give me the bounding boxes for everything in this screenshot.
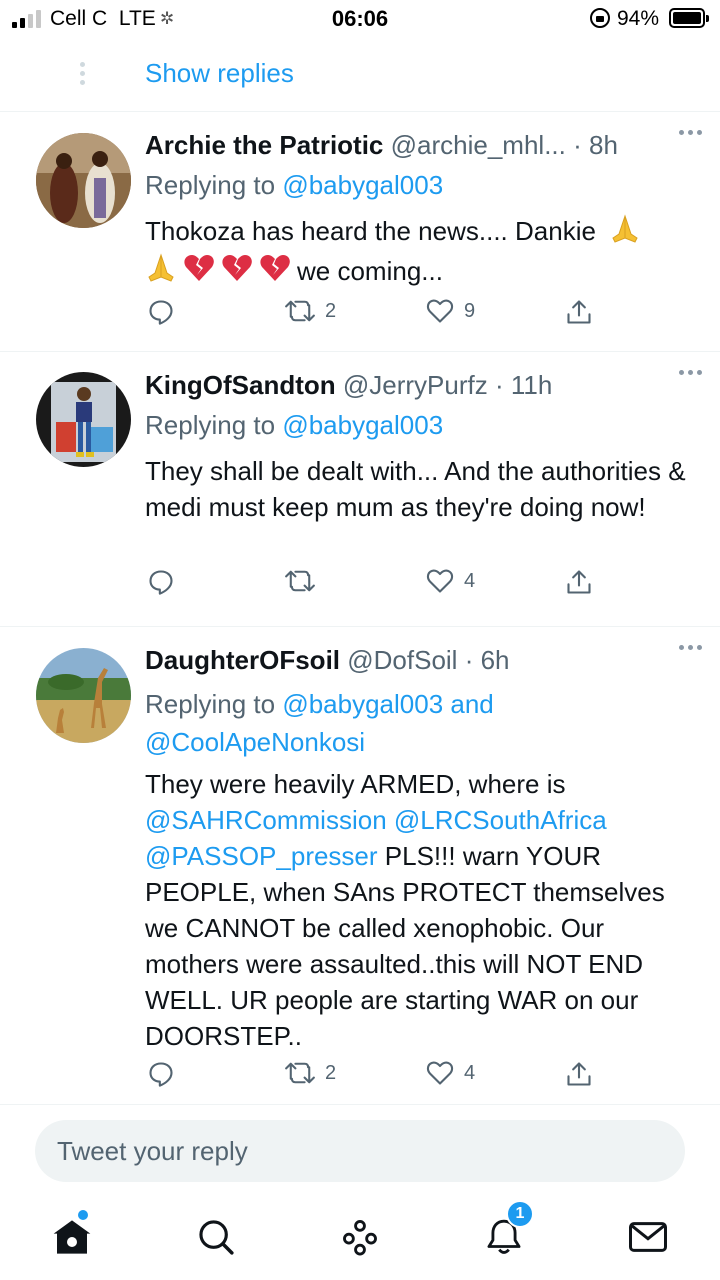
reply-button[interactable]	[147, 298, 175, 326]
nav-notifications[interactable]: 1	[474, 1200, 534, 1262]
search-icon	[199, 1220, 234, 1255]
share-icon	[567, 300, 591, 324]
retweet-button[interactable]: 2	[285, 1060, 336, 1086]
messages-icon	[629, 1222, 667, 1252]
spaces-icon	[343, 1220, 377, 1256]
replying-to: Replying to @babygal003 and @CoolApeNonk…	[145, 689, 494, 757]
status-bar: Cell C LTE ✲ 06:06 94%	[0, 0, 720, 38]
timestamp: · 8h	[573, 130, 618, 160]
retweet-icon	[285, 300, 315, 322]
mention-link[interactable]: @LRCSouthAfrica	[394, 805, 607, 835]
like-count: 4	[464, 1061, 476, 1084]
reply-input[interactable]	[57, 1120, 657, 1182]
tweet-actions: 2 9	[0, 298, 720, 338]
timestamp: · 11h	[494, 370, 553, 400]
broken-heart-icon	[221, 253, 253, 292]
tweet-archie[interactable]: Archie the Patriotic @archie_mhl... · 8h…	[0, 112, 720, 352]
mention-link[interactable]: @SAHRCommission	[145, 805, 387, 835]
like-count: 9	[464, 299, 476, 322]
replying-to: Replying to @babygal003	[145, 410, 444, 440]
reply-mention[interactable]: @babygal003 and	[282, 689, 493, 719]
like-button[interactable]: 9	[426, 298, 475, 324]
new-content-dot	[78, 1210, 88, 1220]
replying-to: Replying to @babygal003	[145, 170, 444, 200]
orientation-lock-icon	[590, 8, 610, 28]
retweet-count: 2	[325, 1061, 337, 1084]
share-button[interactable]	[565, 298, 593, 326]
reply-icon	[149, 300, 173, 325]
tweet-header: DaughterOFsoil @DofSoil · 6h	[145, 645, 705, 676]
home-icon	[53, 1220, 91, 1254]
tweet-text: They were heavily ARMED, where is @SAHRC…	[145, 769, 665, 1051]
handle[interactable]: @DofSoil	[347, 645, 457, 675]
handle[interactable]: @JerryPurfz	[343, 370, 488, 400]
thread-dots-icon	[80, 62, 85, 85]
tweet-text: They shall be dealt with... And the auth…	[145, 456, 686, 522]
reply-composer[interactable]	[35, 1120, 685, 1182]
bottom-nav: 1	[0, 1196, 720, 1280]
reply-button[interactable]	[147, 1060, 175, 1088]
reply-icon	[149, 1062, 173, 1087]
folded-hands-icon	[145, 253, 177, 292]
reply-mention[interactable]: @CoolApeNonkosi	[145, 727, 365, 757]
tweet-header: KingOfSandton @JerryPurfz · 11h	[145, 370, 705, 401]
more-options-icon[interactable]	[679, 370, 702, 375]
battery-percent: 94%	[617, 7, 660, 30]
timestamp: · 6h	[464, 645, 510, 675]
nav-home[interactable]	[42, 1210, 102, 1262]
avatar[interactable]	[36, 133, 131, 228]
nav-messages[interactable]	[618, 1212, 678, 1262]
broken-heart-icon	[183, 253, 215, 292]
retweet-button[interactable]: 2	[285, 298, 336, 324]
folded-hands-icon	[609, 214, 641, 253]
retweet-button[interactable]	[285, 568, 325, 594]
tweet-kingofsandton[interactable]: KingOfSandton @JerryPurfz · 11h Replying…	[0, 352, 720, 627]
reply-button[interactable]	[147, 568, 175, 596]
like-count: 4	[464, 569, 476, 592]
tweet-text: Thokoza has heard the news.... Dankie we…	[145, 213, 690, 292]
avatar[interactable]	[36, 648, 131, 743]
retweet-count: 2	[325, 299, 337, 322]
like-button[interactable]: 4	[426, 568, 475, 594]
share-icon	[567, 1062, 591, 1086]
show-replies-link[interactable]: Show replies	[145, 58, 294, 89]
avatar[interactable]	[36, 372, 131, 467]
more-options-icon[interactable]	[679, 130, 702, 135]
display-name[interactable]: KingOfSandton	[145, 370, 336, 400]
like-button[interactable]: 4	[426, 1060, 475, 1086]
mention-link[interactable]: @PASSOP_presser	[145, 841, 378, 871]
nav-search[interactable]	[186, 1212, 246, 1262]
nav-spaces[interactable]	[330, 1212, 390, 1262]
tweet-header: Archie the Patriotic @archie_mhl... · 8h	[145, 130, 705, 161]
tweet-actions: 4	[0, 568, 720, 608]
retweet-icon	[285, 1062, 315, 1084]
more-options-icon[interactable]	[679, 645, 702, 650]
reply-mention[interactable]: @babygal003	[282, 170, 443, 200]
heart-icon	[426, 569, 454, 593]
share-button[interactable]	[565, 568, 593, 596]
retweet-icon	[285, 570, 315, 592]
display-name[interactable]: Archie the Patriotic	[145, 130, 383, 160]
reply-icon	[149, 570, 173, 595]
status-time: 06:06	[331, 6, 389, 31]
handle[interactable]: @archie_mhl...	[391, 130, 566, 160]
broken-heart-icon	[259, 253, 291, 292]
heart-icon	[426, 299, 454, 323]
divider	[0, 1104, 720, 1105]
notification-badge: 1	[506, 1200, 534, 1228]
battery-icon	[669, 8, 709, 28]
heart-icon	[426, 1061, 454, 1085]
tweet-daughterofsoil[interactable]: DaughterOFsoil @DofSoil · 6h Replying to…	[0, 627, 720, 1105]
display-name[interactable]: DaughterOFsoil	[145, 645, 340, 675]
share-button[interactable]	[565, 1060, 593, 1088]
tweet-actions: 2 4	[0, 1060, 720, 1100]
share-icon	[567, 570, 591, 594]
reply-mention[interactable]: @babygal003	[282, 410, 443, 440]
